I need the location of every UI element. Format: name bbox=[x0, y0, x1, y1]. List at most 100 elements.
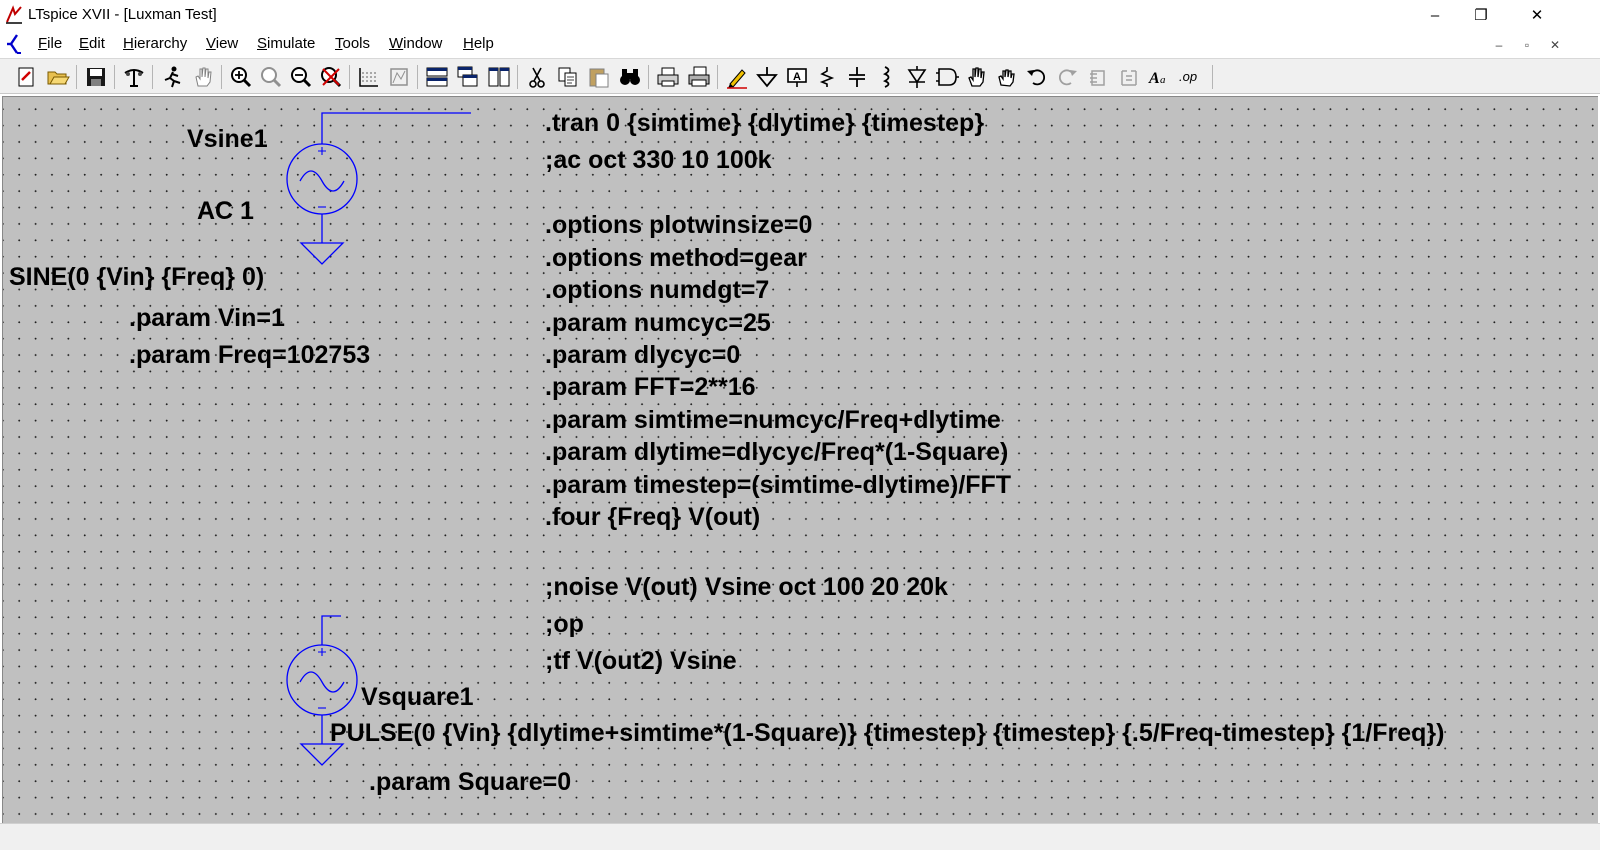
toolbar-separator bbox=[517, 65, 518, 89]
autorange-icon[interactable] bbox=[356, 64, 382, 90]
print-setup-icon[interactable] bbox=[655, 64, 681, 90]
param-freq-directive[interactable]: .param Freq=102753 bbox=[129, 343, 370, 368]
menu-tools-accel: T bbox=[335, 35, 343, 52]
menu-view-accel: V bbox=[206, 35, 216, 52]
menu-file-accel: F bbox=[38, 35, 48, 52]
move-icon[interactable] bbox=[964, 64, 990, 90]
redo-icon[interactable] bbox=[1054, 64, 1080, 90]
schematic-doc-icon[interactable] bbox=[6, 33, 28, 55]
zoom-out-icon[interactable] bbox=[288, 64, 314, 90]
schematic-canvas[interactable]: Vsine1 AC 1 SINE(0 {Vin} {Freq} 0) .para… bbox=[2, 96, 1598, 823]
close-button[interactable]: ✕ bbox=[1514, 0, 1560, 30]
component-icon[interactable] bbox=[934, 64, 960, 90]
restore-button[interactable]: ❐ bbox=[1458, 0, 1504, 30]
toolbar-separator bbox=[349, 65, 350, 89]
zoom-in-icon[interactable] bbox=[228, 64, 254, 90]
minimize-button[interactable]: – bbox=[1412, 0, 1458, 30]
drag-icon[interactable] bbox=[994, 64, 1020, 90]
vsine-source-symbol[interactable] bbox=[286, 112, 471, 265]
find-icon[interactable] bbox=[617, 64, 643, 90]
mdi-restore-button[interactable]: ▫ bbox=[1516, 36, 1538, 54]
zoom-area-icon[interactable] bbox=[258, 64, 284, 90]
param-dlycyc-directive[interactable]: .param dlycyc=0 bbox=[545, 343, 740, 368]
toolbar: A Aa .op bbox=[0, 58, 1600, 94]
menu-edit-accel: E bbox=[79, 35, 90, 52]
copy-icon[interactable] bbox=[555, 64, 581, 90]
options-method-directive[interactable]: .options method=gear bbox=[545, 246, 807, 271]
mirror-icon[interactable] bbox=[1116, 64, 1142, 90]
run-icon[interactable] bbox=[159, 64, 185, 90]
menu-hierarchy[interactable]: Hierarchy bbox=[123, 35, 187, 52]
menu-window[interactable]: Window bbox=[389, 35, 442, 52]
menu-tools[interactable]: Tools bbox=[335, 35, 370, 52]
spice-directive-icon[interactable]: .op bbox=[1178, 64, 1204, 90]
text-icon[interactable]: Aa bbox=[1147, 64, 1173, 90]
menu-edit-label: dit bbox=[89, 35, 105, 52]
param-timestep-directive[interactable]: .param timestep=(simtime-dlytime)/FFT bbox=[545, 473, 1011, 498]
param-fft-directive[interactable]: .param FFT=2**16 bbox=[545, 375, 756, 400]
ac-directive[interactable]: ;ac oct 330 10 100k bbox=[545, 148, 772, 173]
mdi-minimize-button[interactable]: – bbox=[1488, 36, 1510, 54]
svg-text:A: A bbox=[1148, 70, 1160, 87]
param-square-directive[interactable]: .param Square=0 bbox=[369, 770, 571, 795]
param-numcyc-directive[interactable]: .param numcyc=25 bbox=[545, 311, 771, 336]
toolbar-separator bbox=[417, 65, 418, 89]
cascade-icon[interactable] bbox=[455, 64, 481, 90]
cut-icon[interactable] bbox=[524, 64, 550, 90]
save-icon[interactable] bbox=[83, 64, 109, 90]
menu-help-label: elp bbox=[473, 35, 494, 52]
vsquare-value[interactable]: PULSE(0 {Vin} {dlytime+simtime*(1-Square… bbox=[330, 721, 1444, 746]
menu-view[interactable]: View bbox=[206, 35, 238, 52]
vsquare-instance-name[interactable]: Vsquare1 bbox=[361, 685, 474, 710]
capacitor-icon[interactable] bbox=[844, 64, 870, 90]
param-simtime-directive[interactable]: .param simtime=numcyc/Freq+dlytime bbox=[545, 408, 1001, 433]
four-directive[interactable]: .four {Freq} V(out) bbox=[545, 505, 760, 530]
ground-icon[interactable] bbox=[754, 64, 780, 90]
status-bar bbox=[0, 823, 1600, 850]
ltspice-app-icon[interactable] bbox=[4, 5, 24, 25]
resistor-icon[interactable] bbox=[814, 64, 840, 90]
param-dlytime-directive[interactable]: .param dlytime=dlycyc/Freq*(1-Square) bbox=[545, 440, 1008, 465]
tf-directive[interactable]: ;tf V(out2) Vsine bbox=[545, 649, 737, 674]
menu-edit[interactable]: Edit bbox=[79, 35, 105, 52]
options-numdgt-directive[interactable]: .options numdgt=7 bbox=[545, 278, 769, 303]
print-icon[interactable] bbox=[686, 64, 712, 90]
rotate-icon[interactable] bbox=[1086, 64, 1112, 90]
menu-view-label: iew bbox=[215, 35, 239, 52]
zoom-cancel-icon[interactable] bbox=[318, 64, 344, 90]
inductor-icon[interactable] bbox=[874, 64, 900, 90]
param-vin-directive[interactable]: .param Vin=1 bbox=[129, 306, 285, 331]
mdi-close-button[interactable]: ✕ bbox=[1544, 36, 1566, 54]
tile-vertical-icon[interactable] bbox=[486, 64, 512, 90]
control-panel-icon[interactable] bbox=[121, 64, 147, 90]
menu-tools-label: ools bbox=[342, 35, 371, 52]
vsine-value[interactable]: SINE(0 {Vin} {Freq} 0) bbox=[9, 265, 264, 290]
undo-icon[interactable] bbox=[1024, 64, 1050, 90]
toolbar-separator bbox=[648, 65, 649, 89]
draw-wire-icon[interactable] bbox=[724, 64, 750, 90]
noise-directive[interactable]: ;noise V(out) Vsine oct 100 20 20k bbox=[545, 575, 948, 600]
halt-icon[interactable] bbox=[190, 64, 216, 90]
svg-text:.op: .op bbox=[1179, 69, 1197, 84]
menu-simulate-accel: S bbox=[257, 35, 268, 52]
menu-window-accel: W bbox=[389, 35, 404, 52]
tran-directive[interactable]: .tran 0 {simtime} {dlytime} {timestep} bbox=[545, 111, 984, 136]
options-plotwinsize-directive[interactable]: .options plotwinsize=0 bbox=[545, 213, 812, 238]
menu-simulate[interactable]: Simulate bbox=[257, 35, 315, 52]
label-net-icon[interactable]: A bbox=[784, 64, 810, 90]
toolbar-separator bbox=[114, 65, 115, 89]
vsine-ac-value[interactable]: AC 1 bbox=[197, 199, 254, 224]
diode-icon[interactable] bbox=[904, 64, 930, 90]
new-schematic-icon[interactable] bbox=[14, 64, 40, 90]
open-icon[interactable] bbox=[45, 64, 71, 90]
tile-horizontal-icon[interactable] bbox=[424, 64, 450, 90]
vsine-instance-name[interactable]: Vsine1 bbox=[187, 127, 268, 152]
menu-file[interactable]: File bbox=[38, 35, 62, 52]
menu-hierarchy-accel: H bbox=[123, 35, 134, 52]
svg-text:A: A bbox=[793, 71, 801, 83]
paste-icon[interactable] bbox=[586, 64, 612, 90]
op-directive[interactable]: ;op bbox=[545, 612, 584, 637]
toolbar-separator bbox=[152, 65, 153, 89]
fft-icon[interactable] bbox=[386, 64, 412, 90]
menu-help[interactable]: Help bbox=[463, 35, 494, 52]
